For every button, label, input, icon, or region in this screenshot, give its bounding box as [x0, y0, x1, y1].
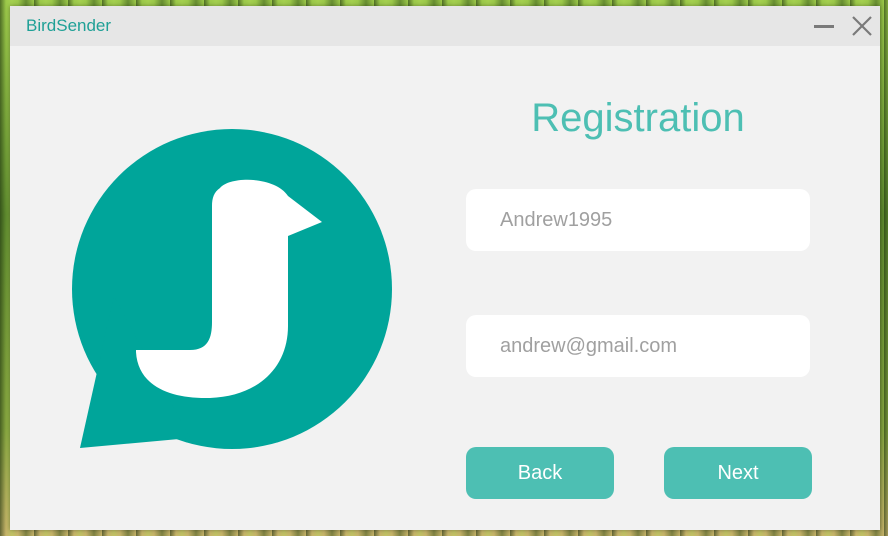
email-field[interactable]: [466, 315, 810, 377]
back-button[interactable]: Back: [466, 447, 614, 499]
next-button[interactable]: Next: [664, 447, 812, 499]
username-input[interactable]: [500, 189, 796, 251]
email-input[interactable]: [500, 315, 796, 377]
minimize-icon: [814, 25, 834, 28]
minimize-button[interactable]: [812, 14, 836, 38]
close-button[interactable]: [850, 14, 874, 38]
title-bar[interactable]: BirdSender: [10, 6, 880, 46]
username-field[interactable]: [466, 189, 810, 251]
bird-chat-bubble-icon: [72, 129, 392, 449]
app-window: BirdSender Registration Back Next: [10, 6, 880, 530]
close-icon: [852, 16, 872, 36]
registration-heading: Registration: [531, 96, 745, 140]
app-title: BirdSender: [26, 16, 112, 35]
